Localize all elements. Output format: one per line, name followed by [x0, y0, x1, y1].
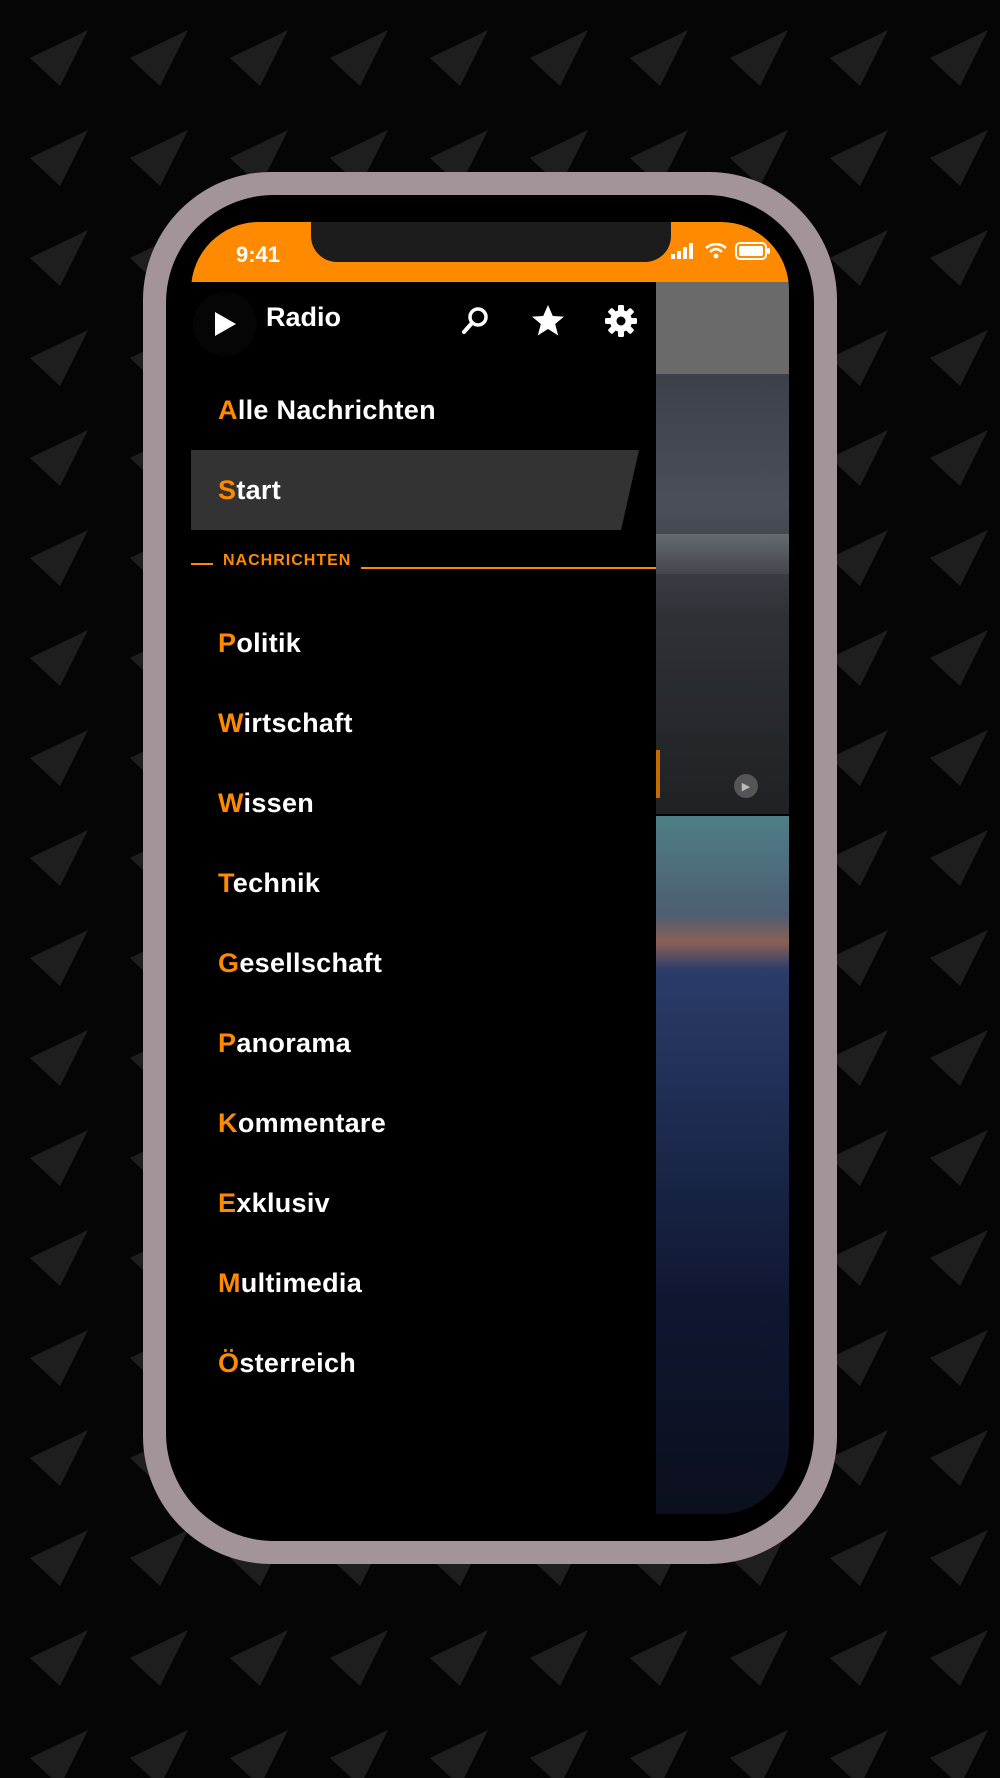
background-content: ▶ — [656, 282, 789, 1514]
drawer-header: Radio — [191, 282, 656, 366]
status-icons — [671, 242, 771, 260]
phone-screen: 9:41 ▶ Radio Alle Nachrichten Start NACH… — [191, 222, 789, 1514]
menu-item-label: Multimedia — [218, 1267, 363, 1298]
menu-item-label: Start — [218, 474, 282, 505]
divider — [361, 567, 656, 569]
menu-item-oesterreich[interactable]: Österreich — [191, 1323, 651, 1403]
status-bar: 9:41 — [191, 222, 789, 282]
menu-item-label: Kommentare — [218, 1107, 387, 1138]
wifi-icon — [705, 243, 727, 259]
article-image-2[interactable] — [656, 816, 789, 1514]
menu-item-exklusiv[interactable]: Exklusiv — [191, 1163, 651, 1243]
menu-item-label: Alle Nachrichten — [218, 394, 436, 425]
menu-item-label: Exklusiv — [218, 1187, 330, 1218]
section-label: NACHRICHTEN — [223, 552, 352, 569]
menu-item-label: Technik — [218, 867, 321, 898]
navigation-drawer: Radio Alle Nachrichten Start NACHRICHTEN… — [191, 282, 656, 1514]
menu-item-label: Wirtschaft — [218, 707, 353, 738]
article-image[interactable]: ▶ — [656, 374, 789, 814]
radio-play-button[interactable] — [193, 292, 257, 356]
signal-icon — [671, 243, 693, 259]
star-icon[interactable] — [529, 302, 567, 340]
video-play-icon[interactable]: ▶ — [734, 774, 758, 798]
menu-item-wirtschaft[interactable]: Wirtschaft — [191, 683, 651, 763]
menu-item-wissen[interactable]: Wissen — [191, 763, 651, 843]
menu-item-label: Wissen — [218, 787, 315, 818]
divider — [191, 563, 213, 565]
section-header-nachrichten: NACHRICHTEN — [191, 548, 656, 578]
menu-item-start[interactable]: Start — [191, 450, 651, 530]
menu-item-panorama[interactable]: Panorama — [191, 1003, 651, 1083]
menu-item-label: Gesellschaft — [218, 947, 383, 978]
menu-item-label: Politik — [218, 627, 302, 658]
menu-item-label: Panorama — [218, 1027, 351, 1058]
play-icon — [215, 312, 236, 336]
search-icon[interactable] — [456, 302, 494, 340]
gear-icon[interactable] — [602, 302, 640, 340]
menu-item-kommentare[interactable]: Kommentare — [191, 1083, 651, 1163]
content-header — [656, 282, 789, 374]
menu-item-technik[interactable]: Technik — [191, 843, 651, 923]
article-accent-bar — [656, 750, 660, 798]
menu-item-multimedia[interactable]: Multimedia — [191, 1243, 651, 1323]
notch — [311, 222, 671, 262]
menu-item-label: Österreich — [218, 1347, 357, 1378]
menu-item-politik[interactable]: Politik — [191, 603, 651, 683]
battery-icon — [735, 242, 770, 260]
menu-item-alle-nachrichten[interactable]: Alle Nachrichten — [191, 370, 651, 450]
status-time: 9:41 — [236, 242, 281, 267]
radio-title[interactable]: Radio — [266, 302, 341, 333]
menu-item-gesellschaft[interactable]: Gesellschaft — [191, 923, 651, 1003]
